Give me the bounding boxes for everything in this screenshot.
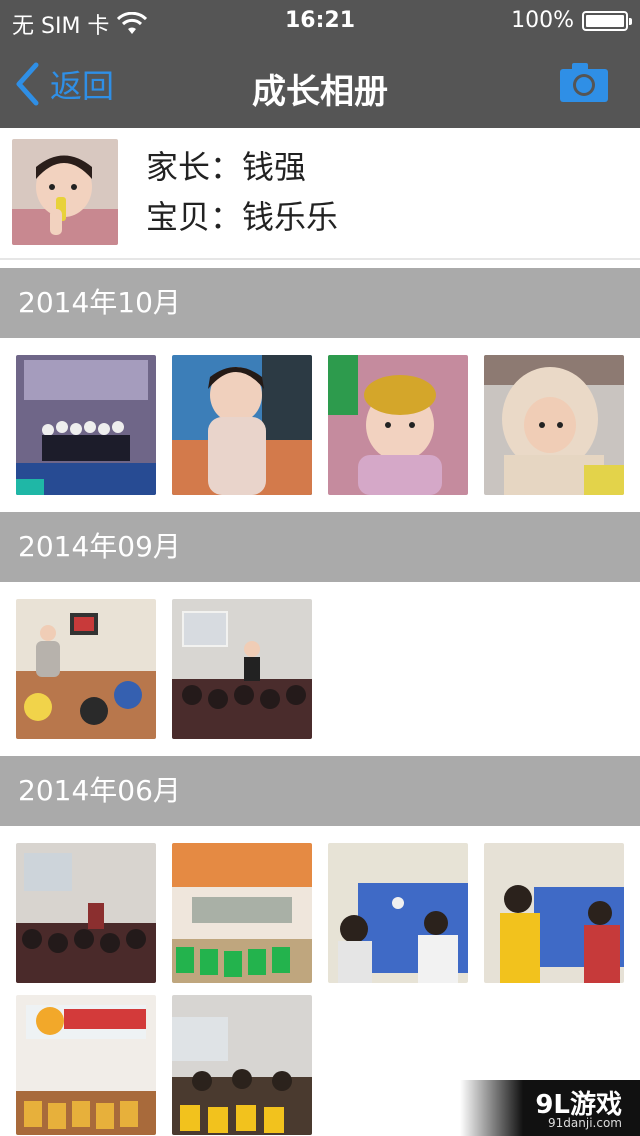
battery-icon	[582, 10, 632, 31]
status-bar: 无 SIM 卡 16:21 100%	[0, 0, 640, 40]
photo-thumbnail[interactable]	[172, 599, 312, 739]
watermark-site: 91danji.com	[548, 1116, 622, 1130]
photo-thumbnail[interactable]	[328, 355, 468, 495]
nav-bar: 返回 成长相册	[0, 40, 640, 128]
battery-status: 100%	[511, 8, 632, 33]
photo-thumbnail[interactable]	[172, 843, 312, 983]
photo-thumbnail[interactable]	[172, 995, 312, 1135]
photo-thumbnail[interactable]	[484, 843, 624, 983]
baby-avatar	[12, 139, 118, 245]
photo-thumbnail[interactable]	[484, 355, 624, 495]
baby-label: 宝贝：	[146, 198, 243, 236]
photo-thumbnail[interactable]	[16, 843, 156, 983]
profile-card: 家长：钱强 宝贝：钱乐乐	[0, 128, 640, 260]
baby-name: 钱乐乐	[242, 198, 339, 236]
photo-thumbnail[interactable]	[16, 355, 156, 495]
month-header: 2014年10月	[0, 268, 640, 338]
watermark: 9L游戏 91danji.com	[460, 1080, 640, 1136]
battery-fill	[586, 14, 624, 27]
baby-row: 宝贝：钱乐乐	[146, 192, 338, 242]
month-header: 2014年09月	[0, 512, 640, 582]
top-bar: 无 SIM 卡 16:21 100% 返回 成长相册	[0, 0, 640, 128]
battery-percent: 100%	[511, 8, 574, 33]
photo-thumbnail[interactable]	[16, 995, 156, 1135]
parent-row: 家长：钱强	[146, 142, 338, 192]
month-header: 2014年06月	[0, 756, 640, 826]
profile-info: 家长：钱强 宝贝：钱乐乐	[146, 142, 338, 242]
photo-thumbnail[interactable]	[16, 599, 156, 739]
parent-name: 钱强	[242, 148, 307, 186]
page-title: 成长相册	[252, 72, 388, 112]
parent-label: 家长：	[146, 148, 243, 186]
photo-thumbnail[interactable]	[328, 843, 468, 983]
camera-icon[interactable]	[558, 60, 610, 104]
photo-thumbnail[interactable]	[172, 355, 312, 495]
